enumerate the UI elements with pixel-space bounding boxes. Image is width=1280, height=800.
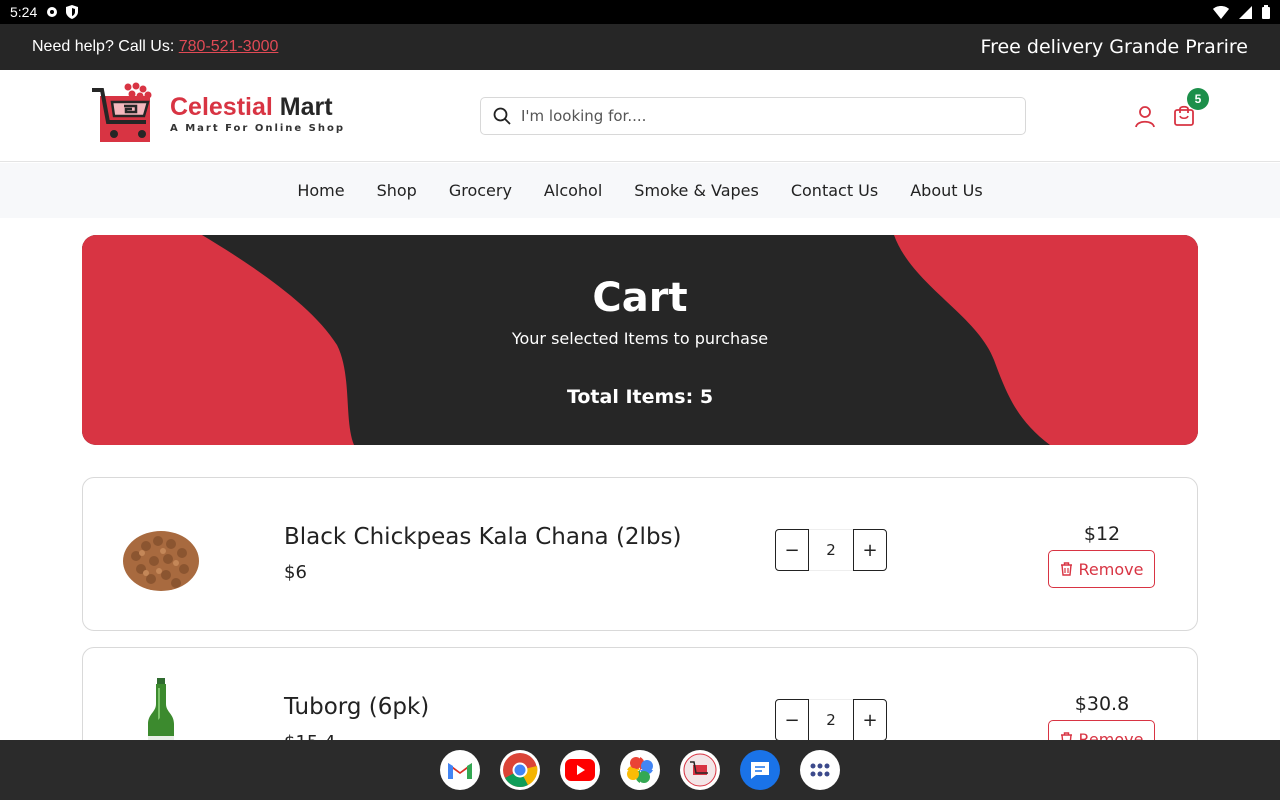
- quantity-stepper: − +: [775, 699, 887, 741]
- quantity-stepper: − +: [775, 529, 887, 571]
- product-image[interactable]: [113, 508, 209, 604]
- app-drawer-icon[interactable]: [800, 750, 840, 790]
- cart-hero-banner: Cart Your selected Items to purchase Tot…: [82, 235, 1198, 445]
- brand-name: Celestial Mart: [170, 93, 345, 122]
- settings-icon: [47, 7, 58, 17]
- decrease-quantity-button[interactable]: −: [775, 699, 809, 741]
- cart-count-badge: 5: [1187, 88, 1209, 110]
- search-bar[interactable]: [480, 97, 1026, 135]
- main-nav: Home Shop Grocery Alcohol Smoke & Vapes …: [0, 163, 1280, 218]
- cart-button[interactable]: 5: [1173, 88, 1209, 130]
- line-total: $30.8: [1074, 693, 1130, 715]
- page-subtitle: Your selected Items to purchase: [511, 329, 769, 348]
- increase-quantity-button[interactable]: +: [853, 699, 887, 741]
- phone-link[interactable]: 780-521-3000: [179, 38, 279, 55]
- search-input[interactable]: [521, 107, 1001, 125]
- cart-item: Black Chickpeas Kala Chana (2lbs) $6 − +…: [82, 477, 1198, 631]
- brand-tagline: A Mart For Online Shop: [170, 122, 346, 134]
- wifi-icon: [1213, 5, 1229, 19]
- help-bar: Need help? Call Us: 780-521-3000 Free de…: [0, 24, 1280, 70]
- user-icon[interactable]: [1135, 106, 1155, 128]
- android-taskbar: [0, 740, 1280, 800]
- page-title: Cart: [592, 275, 688, 321]
- quantity-input[interactable]: [809, 699, 853, 741]
- gmail-icon[interactable]: [440, 750, 480, 790]
- shield-icon: [66, 5, 79, 19]
- chickpeas-image: [123, 531, 199, 591]
- cart-logo-icon: [92, 82, 152, 142]
- help-label: Need help? Call Us:: [32, 38, 179, 55]
- nav-shop[interactable]: Shop: [377, 181, 417, 200]
- signal-icon: [1239, 5, 1252, 19]
- logo[interactable]: Celestial Mart A Mart For Online Shop: [90, 82, 345, 144]
- delivery-notice: Free delivery Grande Prarire: [980, 36, 1248, 58]
- brand-part-2: Mart: [272, 92, 333, 121]
- battery-icon: [1262, 5, 1270, 19]
- help-text: Need help? Call Us: 780-521-3000: [32, 38, 278, 56]
- brand-part-1: Celestial: [170, 92, 273, 121]
- remove-button[interactable]: Remove: [1048, 550, 1155, 588]
- nav-home[interactable]: Home: [297, 181, 344, 200]
- nav-grocery[interactable]: Grocery: [449, 181, 512, 200]
- site-header: Celestial Mart A Mart For Online Shop 5: [0, 70, 1280, 162]
- nav-alcohol[interactable]: Alcohol: [544, 181, 602, 200]
- status-bar: 5:24: [0, 0, 1280, 24]
- increase-quantity-button[interactable]: +: [853, 529, 887, 571]
- status-time: 5:24: [10, 4, 38, 20]
- photos-icon[interactable]: [620, 750, 660, 790]
- chrome-icon[interactable]: [500, 750, 540, 790]
- nav-contact-us[interactable]: Contact Us: [791, 181, 878, 200]
- product-name[interactable]: Black Chickpeas Kala Chana (2lbs): [284, 524, 682, 550]
- trash-icon: [1060, 562, 1072, 576]
- line-total: $12: [1083, 523, 1121, 545]
- nav-about-us[interactable]: About Us: [910, 181, 982, 200]
- total-items: Total Items: 5: [566, 386, 714, 408]
- youtube-icon[interactable]: [560, 750, 600, 790]
- celestial-mart-icon[interactable]: [680, 750, 720, 790]
- product-name[interactable]: Tuborg (6pk): [284, 694, 429, 720]
- nav-smoke-vapes[interactable]: Smoke & Vapes: [634, 181, 759, 200]
- quantity-input[interactable]: [809, 529, 853, 571]
- search-icon: [493, 107, 511, 125]
- remove-label: Remove: [1078, 559, 1144, 579]
- unit-price: $6: [284, 562, 307, 583]
- messages-icon[interactable]: [740, 750, 780, 790]
- decrease-quantity-button[interactable]: −: [775, 529, 809, 571]
